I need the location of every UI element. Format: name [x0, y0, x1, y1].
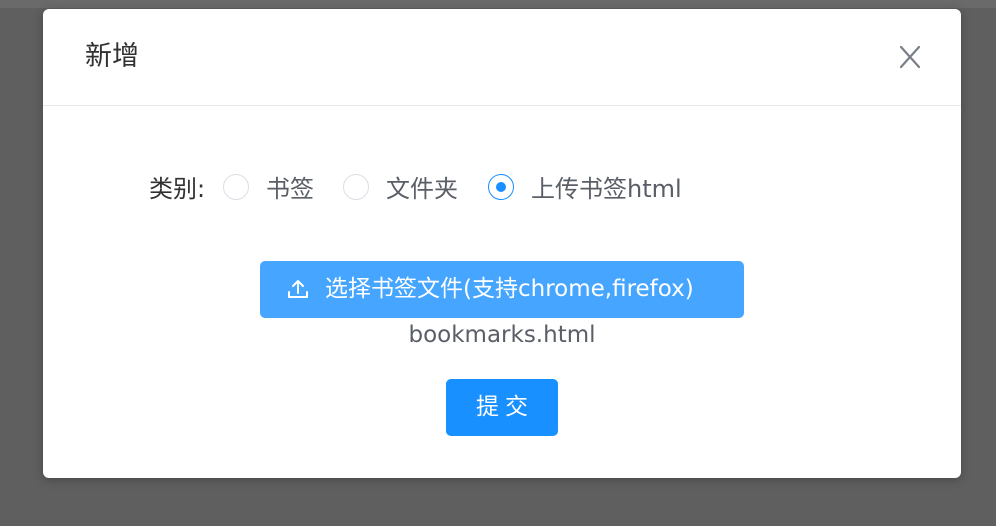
select-file-button[interactable]: 选择书签文件(支持chrome,firefox): [260, 261, 744, 318]
radio-circle: [343, 174, 369, 200]
selected-file-name: bookmarks.html: [408, 322, 596, 348]
submit-button[interactable]: 提交: [446, 379, 558, 436]
upload-icon: [288, 280, 308, 298]
close-icon: [899, 45, 921, 69]
dialog-title: 新增: [85, 41, 139, 72]
category-label: 类别:: [149, 175, 206, 203]
radio-label: 上传书签html: [531, 175, 682, 203]
add-dialog: 新增 类别: 书签 文件夹 上传书签html 选择书签文件(支持chrome,f…: [43, 9, 961, 478]
dialog-header: 新增: [43, 9, 961, 106]
close-button[interactable]: [895, 40, 925, 74]
radio-label: 文件夹: [386, 175, 458, 203]
radio-circle: [223, 174, 249, 200]
radio-circle-checked: [488, 174, 514, 200]
backdrop-strip: [0, 0, 996, 8]
select-file-label: 选择书签文件(支持chrome,firefox): [325, 276, 694, 302]
radio-label: 书签: [266, 175, 314, 203]
radio-dot: [496, 182, 506, 192]
